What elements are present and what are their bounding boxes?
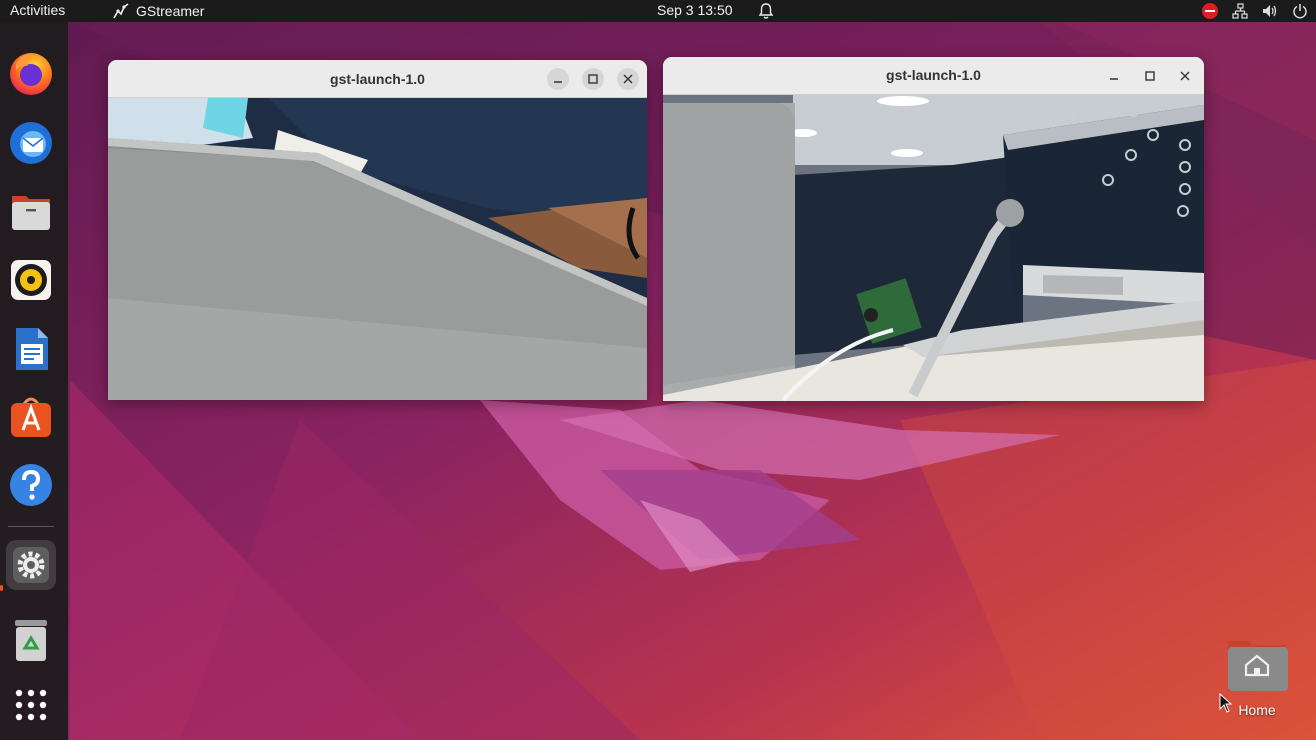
gstreamer-icon: [113, 3, 129, 19]
volume-icon[interactable]: [1262, 3, 1278, 19]
dock-item-help[interactable]: [6, 460, 56, 510]
firefox-icon: [10, 53, 52, 95]
gst-window-1[interactable]: gst-launch-1.0: [108, 60, 647, 400]
minimize-button[interactable]: [1103, 65, 1125, 87]
minimize-icon: [554, 81, 562, 83]
window-titlebar[interactable]: gst-launch-1.0: [108, 60, 647, 98]
close-button[interactable]: [617, 68, 639, 90]
do-not-disturb-icon[interactable]: [1202, 3, 1218, 19]
maximize-icon: [588, 74, 598, 84]
close-icon: [1180, 71, 1190, 81]
dock-item-settings[interactable]: [6, 540, 56, 590]
dock-item-trash[interactable]: [6, 616, 56, 666]
settings-icon: [13, 547, 49, 583]
minimize-button[interactable]: [547, 68, 569, 90]
close-icon: [623, 74, 633, 84]
camera-frame: [663, 95, 1204, 401]
video-feed: [108, 98, 647, 400]
dock-item-firefox[interactable]: [6, 48, 56, 98]
home-folder-icon[interactable]: [1226, 637, 1288, 693]
minimize-icon: [1110, 78, 1118, 80]
libreoffice-writer-icon: [16, 328, 48, 370]
video-feed: [663, 95, 1204, 401]
network-icon[interactable]: [1232, 3, 1248, 19]
notification-bell-icon[interactable]: [757, 2, 775, 20]
clock[interactable]: Sep 3 13:50: [657, 2, 733, 18]
files-icon: [12, 196, 50, 230]
help-icon: [10, 464, 52, 506]
thunderbird-icon: [10, 122, 52, 164]
dock-separator: [8, 526, 54, 527]
maximize-icon: [1145, 71, 1155, 81]
dock-item-writer[interactable]: [6, 324, 56, 374]
app-menu[interactable]: GStreamer: [112, 2, 204, 20]
app-menu-label: GStreamer: [136, 3, 205, 19]
close-button[interactable]: [1174, 65, 1196, 87]
dock-item-files[interactable]: [6, 186, 56, 236]
app-center-icon: [11, 397, 51, 437]
trash-icon: [15, 620, 47, 661]
activities-button[interactable]: Activities: [10, 2, 65, 18]
mouse-cursor-icon: [1219, 693, 1233, 713]
running-indicator: [0, 585, 3, 591]
power-icon[interactable]: [1292, 3, 1308, 19]
show-apps-icon: [15, 689, 47, 721]
window-titlebar[interactable]: gst-launch-1.0: [663, 57, 1204, 95]
dock-item-rhythmbox[interactable]: [6, 255, 56, 305]
show-apps-button[interactable]: [6, 680, 56, 730]
top-bar: Activities GStreamer Sep 3 13:50: [0, 0, 1316, 22]
camera-frame: [108, 98, 647, 400]
maximize-button[interactable]: [582, 68, 604, 90]
system-tray[interactable]: [1202, 1, 1316, 21]
maximize-button[interactable]: [1139, 65, 1161, 87]
dock-item-app-center[interactable]: [6, 392, 56, 442]
dock: [0, 22, 68, 740]
gst-window-2[interactable]: gst-launch-1.0: [663, 57, 1204, 401]
rhythmbox-icon: [11, 260, 51, 300]
dock-item-thunderbird[interactable]: [6, 117, 56, 167]
